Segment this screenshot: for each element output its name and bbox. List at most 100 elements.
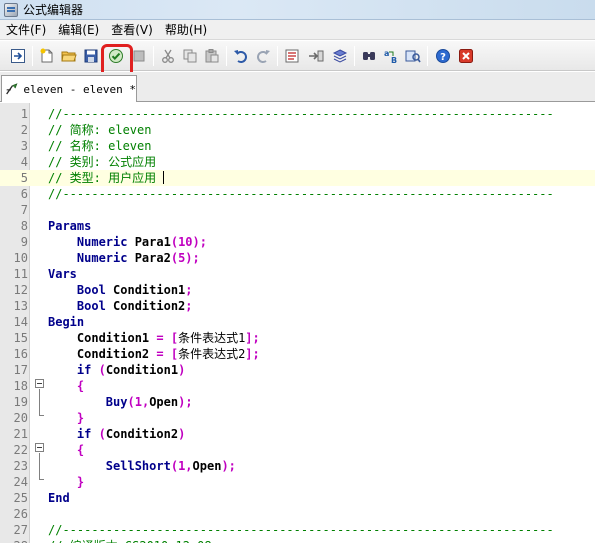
code-token: //--------------------------------------… [48, 107, 554, 121]
window-title: 公式编辑器 [23, 3, 84, 17]
menu-view[interactable]: 查看(V) [105, 20, 159, 40]
code-token: Open [192, 459, 222, 473]
code-line: 25 End [0, 490, 595, 506]
line-number: 9 [20, 235, 28, 249]
code-text: } [48, 474, 84, 490]
help-icon: ? [436, 49, 450, 63]
find-button[interactable] [359, 46, 379, 66]
code-line: 13 Bool Condition2; [0, 298, 595, 314]
import-button[interactable] [330, 46, 350, 66]
save-button[interactable] [81, 46, 101, 66]
line-number: 25 [13, 491, 28, 505]
open-icon [61, 51, 77, 62]
toolbar: aB ? [0, 41, 595, 78]
code-token: // 编译版本 GS2010.12.08 [48, 539, 212, 543]
code-token: Buy [48, 395, 128, 409]
code-editor[interactable]: 1 //-------------------------------------… [0, 103, 595, 543]
code-line: 7 [0, 202, 595, 218]
code-token: ]; [245, 347, 260, 361]
code-token: Vars [48, 267, 77, 281]
replace-button[interactable]: aB [381, 46, 401, 66]
goto-icon [405, 50, 421, 63]
code-token: Condition2 [113, 299, 186, 313]
code-token: ) [178, 363, 186, 377]
code-token: Bool [48, 299, 114, 313]
line-number: 19 [13, 395, 28, 409]
fold-guide [39, 479, 44, 480]
code-text: Condition2 = [条件表达式2]; [48, 346, 260, 362]
code-line: 2 // 简称: eleven [0, 122, 595, 138]
menu-file[interactable]: 文件(F) [0, 20, 52, 40]
code-token: //--------------------------------------… [48, 523, 554, 537]
undo-icon [234, 50, 247, 63]
line-number: 27 [13, 523, 28, 537]
document-tab[interactable]: eleven - eleven * [1, 75, 137, 102]
copy-button[interactable] [180, 46, 200, 66]
line-number: 13 [13, 299, 28, 313]
code-text: } [48, 410, 84, 426]
code-token: ) [178, 427, 186, 441]
code-token: ); [178, 395, 193, 409]
code-text: Numeric Para1(10); [48, 234, 207, 250]
code-line: 3 // 名称: eleven [0, 138, 595, 154]
code-token: // 简称: eleven [48, 123, 152, 137]
code-text: //--------------------------------------… [48, 186, 554, 202]
code-token: } [48, 411, 85, 425]
line-number: 22 [13, 443, 28, 457]
code-token: ); [192, 235, 207, 249]
code-line: 1 //-------------------------------------… [0, 106, 595, 122]
redo-button[interactable] [253, 46, 273, 66]
menu-help[interactable]: 帮助(H) [159, 20, 213, 40]
export-button[interactable] [306, 46, 326, 66]
fold-toggle-icon[interactable] [35, 443, 44, 452]
paste-button[interactable] [202, 46, 222, 66]
goto-button[interactable] [403, 46, 423, 66]
code-text: if (Condition2) [48, 426, 185, 442]
code-line: 24 } [0, 474, 595, 490]
code-line: 26 [0, 506, 595, 522]
code-text: Begin [48, 314, 84, 330]
code-line: 22 { [0, 442, 595, 458]
code-token: ( [170, 251, 179, 265]
code-text: Buy(1,Open); [48, 394, 193, 410]
code-token: Condition2 [48, 347, 157, 361]
code-token: // 名称: eleven [48, 139, 152, 153]
code-token: , [185, 459, 193, 473]
help-button[interactable]: ? [433, 46, 453, 66]
code-token: ); [221, 459, 236, 473]
code-line: 6 //-------------------------------------… [0, 186, 595, 202]
code-token: ( [170, 235, 179, 249]
code-text: { [48, 378, 84, 394]
properties-button[interactable] [282, 46, 302, 66]
export-icon [309, 50, 324, 62]
fold-toggle-icon[interactable] [35, 379, 44, 388]
code-line: 12 Bool Condition1; [0, 282, 595, 298]
menu-edit[interactable]: 编辑(E) [52, 20, 105, 40]
code-token: // 类别: 公式应用 [48, 155, 157, 169]
code-token: if [48, 427, 99, 441]
paste-icon [205, 49, 219, 63]
code-text: Bool Condition1; [48, 282, 193, 298]
title-bar: 公式编辑器 [0, 0, 595, 20]
verify-button[interactable] [106, 46, 126, 66]
insert-function-button[interactable] [8, 46, 28, 66]
line-number: 2 [20, 123, 28, 137]
code-token: } [48, 475, 85, 489]
verify-icon [109, 49, 123, 63]
cut-icon [162, 49, 174, 63]
code-token: ; [185, 283, 193, 297]
code-token: Condition1 [113, 283, 186, 297]
properties-icon [285, 49, 299, 63]
line-number: 3 [20, 139, 28, 153]
code-line: 15 Condition1 = [条件表达式1]; [0, 330, 595, 346]
new-button[interactable] [37, 46, 57, 66]
stop-button[interactable] [129, 46, 149, 66]
cut-button[interactable] [158, 46, 178, 66]
code-token: 条件表达式1 [178, 331, 246, 345]
code-token: // 类型: 用户应用 [48, 171, 164, 185]
svg-text:?: ? [440, 52, 446, 63]
close-button[interactable] [456, 46, 476, 66]
undo-button[interactable] [231, 46, 251, 66]
document-tab-label: eleven - eleven * [23, 82, 136, 96]
open-button[interactable] [59, 46, 79, 66]
